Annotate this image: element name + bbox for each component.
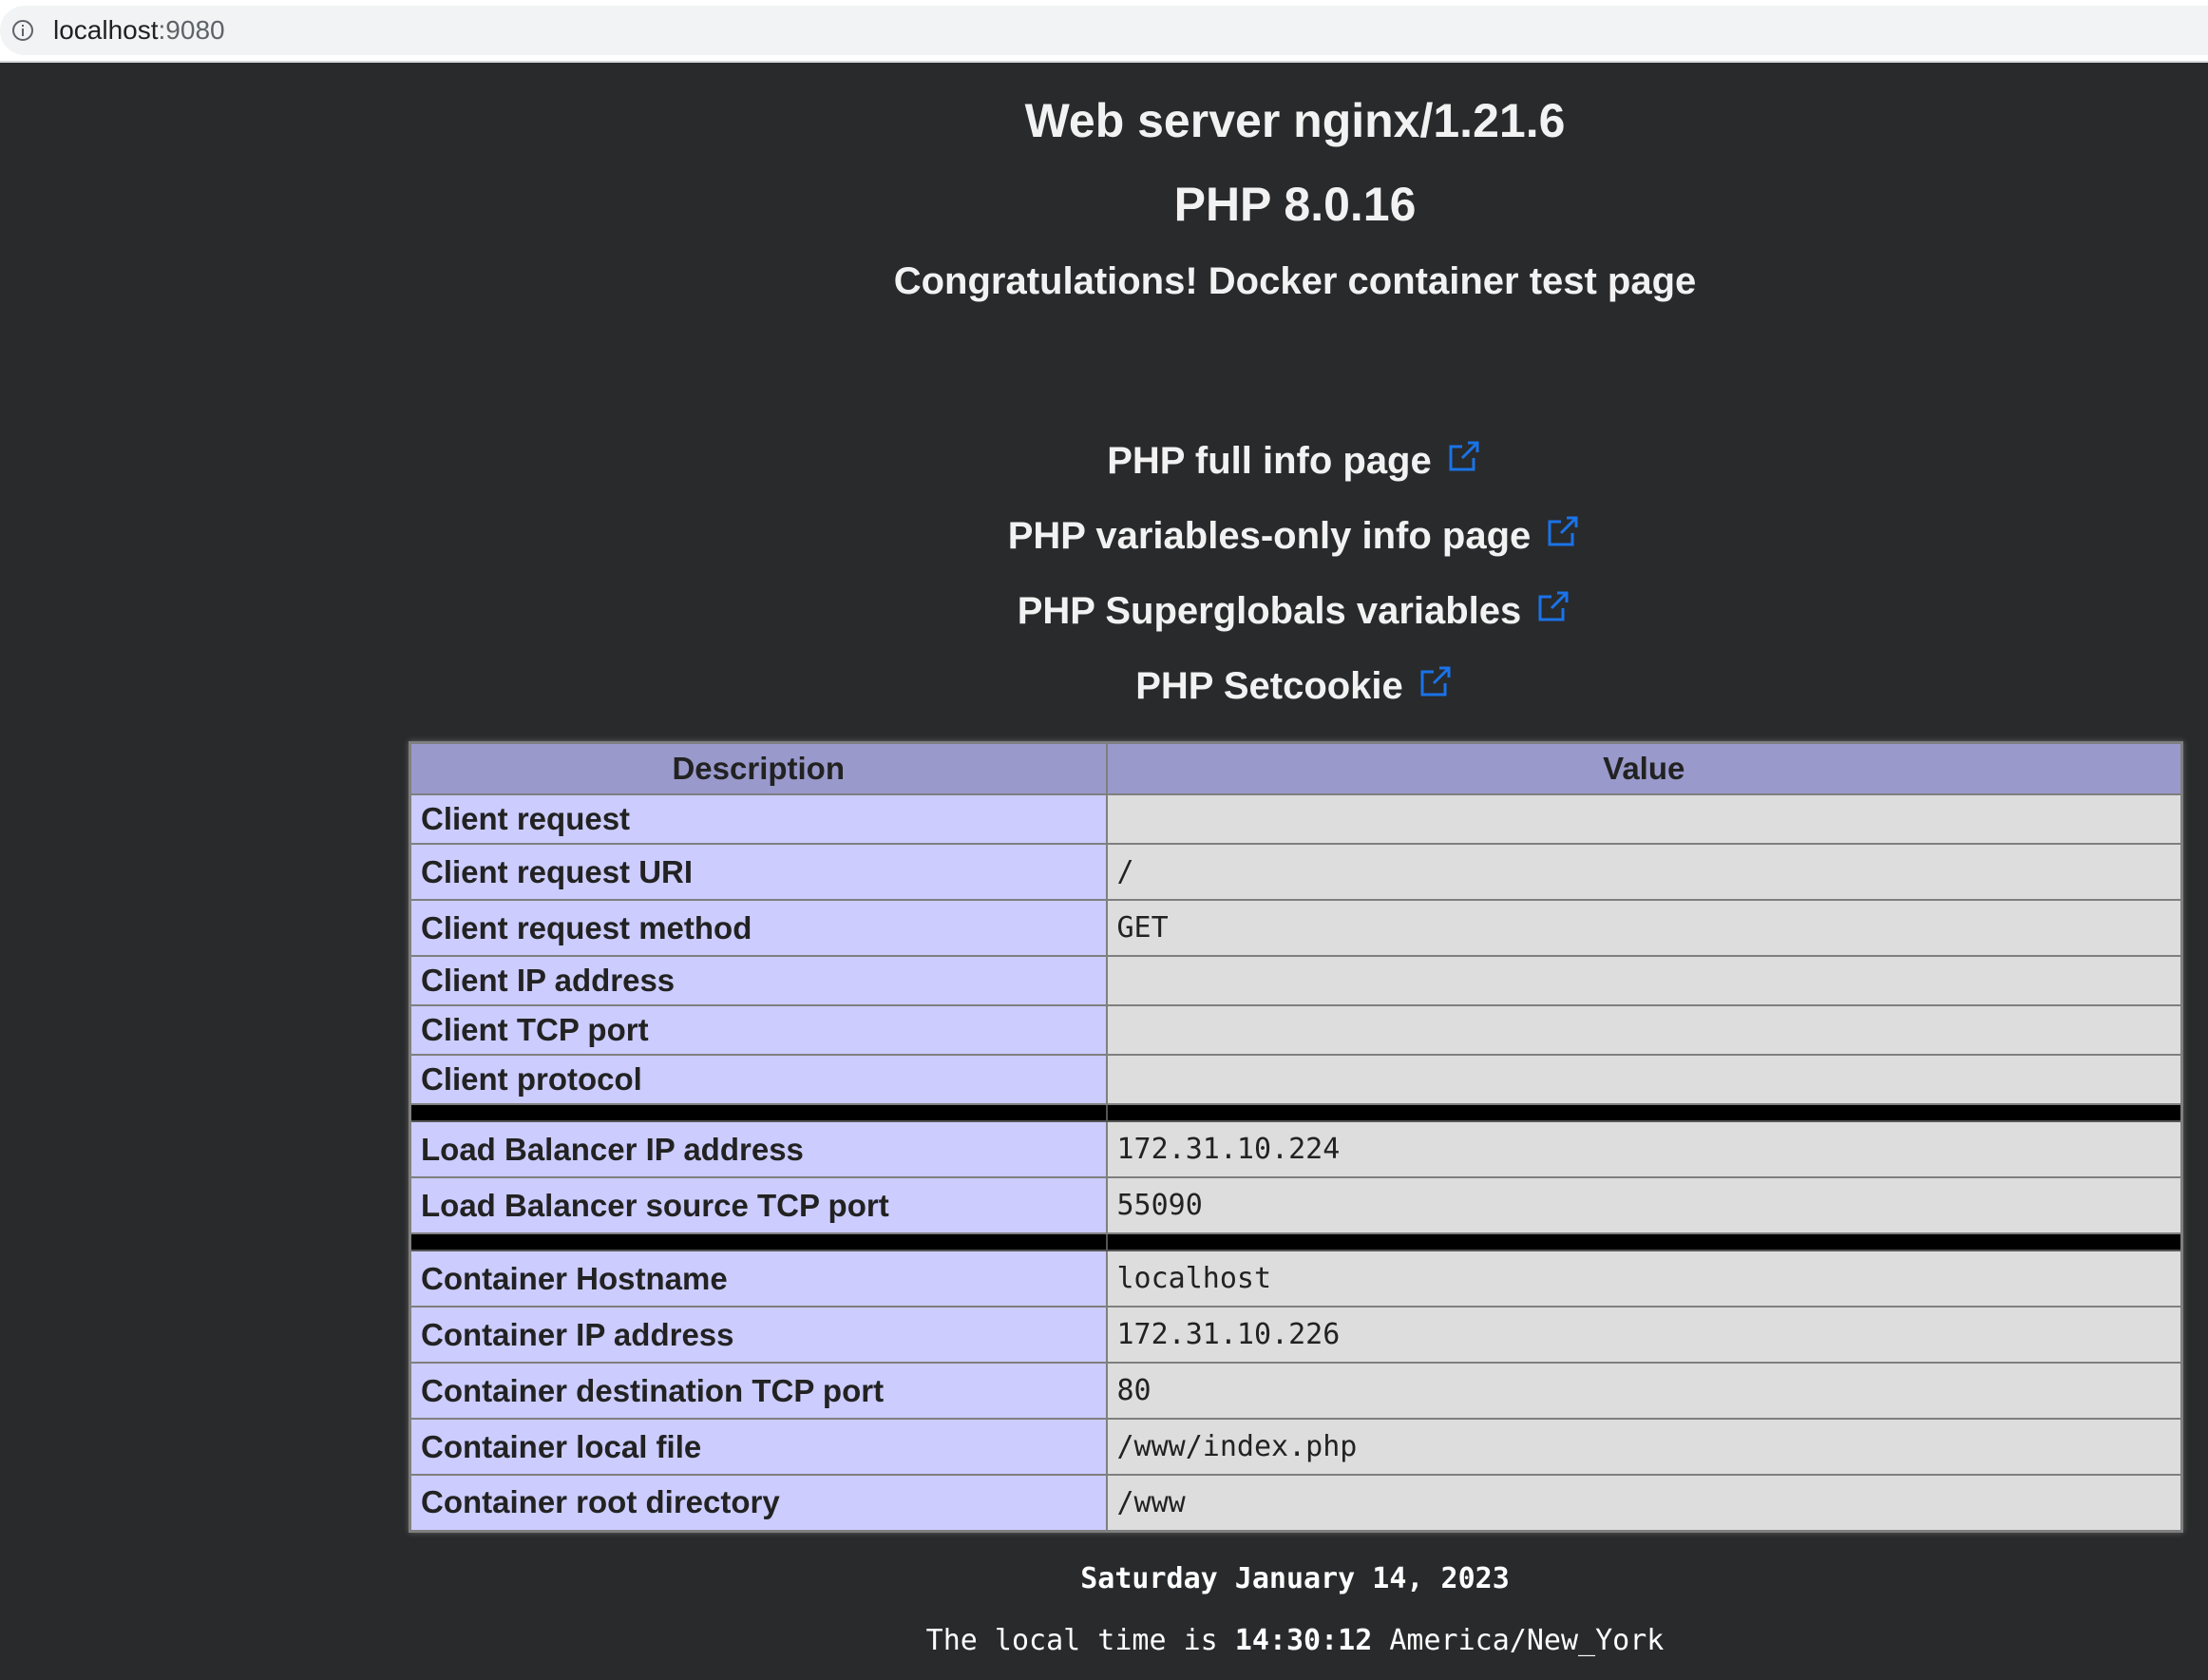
table-row: Container root directory /www bbox=[409, 1474, 2183, 1532]
row-value: 172.31.10.224 bbox=[1105, 1120, 2183, 1178]
server-info-table: Description Value Client request Client … bbox=[409, 741, 2183, 1533]
row-description: Load Balancer source TCP port bbox=[409, 1176, 1108, 1234]
php-setcookie-link[interactable]: PHP Setcookie bbox=[1135, 665, 1403, 707]
table-row: Container local file /www/index.php bbox=[409, 1418, 2183, 1476]
local-time-line: The local time is 14:30:12 America/New_Y… bbox=[0, 1624, 2208, 1657]
row-value: 172.31.10.226 bbox=[1105, 1306, 2183, 1364]
row-value: /www/index.php bbox=[1105, 1418, 2183, 1476]
link-row-superglobals: PHP Superglobals variables bbox=[0, 587, 2208, 633]
external-link-icon[interactable] bbox=[1417, 662, 1455, 700]
row-description: Container local file bbox=[409, 1418, 1108, 1476]
row-value: 80 bbox=[1105, 1362, 2183, 1420]
table-row: Container Hostname localhost bbox=[409, 1250, 2183, 1308]
row-value bbox=[1105, 955, 2183, 1006]
row-value bbox=[1105, 1054, 2183, 1105]
row-value: GET bbox=[1105, 899, 2183, 957]
table-row: Client protocol bbox=[409, 1054, 2183, 1105]
row-description: Client request URI bbox=[409, 843, 1108, 901]
time-prefix: The local time is bbox=[925, 1624, 1218, 1657]
link-row-variables-info: PHP variables-only info page bbox=[0, 512, 2208, 558]
table-row: Client request bbox=[409, 793, 2183, 845]
php-full-info-link[interactable]: PHP full info page bbox=[1107, 440, 1432, 482]
divider-cell bbox=[1105, 1103, 2183, 1122]
timezone: America/New_York bbox=[1389, 1624, 1665, 1657]
table-row: Client TCP port bbox=[409, 1004, 2183, 1056]
table-row: Container destination TCP port 80 bbox=[409, 1362, 2183, 1420]
php-superglobals-link[interactable]: PHP Superglobals variables bbox=[1018, 590, 1522, 632]
table-row: Client request URI / bbox=[409, 843, 2183, 901]
time-value: 14:30:12 bbox=[1234, 1624, 1373, 1657]
divider-cell bbox=[409, 1232, 1108, 1251]
php-variables-info-link[interactable]: PHP variables-only info page bbox=[1008, 515, 1532, 557]
link-row-setcookie: PHP Setcookie bbox=[0, 662, 2208, 708]
link-row-full-info: PHP full info page bbox=[0, 437, 2208, 483]
row-description: Client IP address bbox=[409, 955, 1108, 1006]
row-description: Container Hostname bbox=[409, 1250, 1108, 1308]
row-description: Container destination TCP port bbox=[409, 1362, 1108, 1420]
row-description: Client TCP port bbox=[409, 1004, 1108, 1056]
section-divider bbox=[409, 1103, 2183, 1122]
php-version-heading: PHP 8.0.16 bbox=[1173, 178, 1417, 231]
section-divider bbox=[409, 1232, 2183, 1251]
table-header-row: Description Value bbox=[409, 741, 2183, 795]
current-date: Saturday January 14, 2023 bbox=[1080, 1562, 1510, 1595]
row-value: 55090 bbox=[1105, 1176, 2183, 1234]
row-value: localhost bbox=[1105, 1250, 2183, 1308]
column-header-value: Value bbox=[1105, 741, 2183, 795]
row-description: Client request method bbox=[409, 899, 1108, 957]
table-row: Client IP address bbox=[409, 955, 2183, 1006]
server-heading: Web server nginx/1.21.6 bbox=[1024, 94, 1566, 147]
divider-cell bbox=[409, 1103, 1108, 1122]
row-description: Container root directory bbox=[409, 1474, 1108, 1532]
page-content: Web server nginx/1.21.6 PHP 8.0.16 Congr… bbox=[0, 65, 2208, 1680]
row-description: Client protocol bbox=[409, 1054, 1108, 1105]
row-value bbox=[1105, 1004, 2183, 1056]
row-description: Container IP address bbox=[409, 1306, 1108, 1364]
address-bar[interactable]: localhost:9080 bbox=[0, 6, 2208, 55]
column-header-description: Description bbox=[409, 741, 1108, 795]
external-link-icon[interactable] bbox=[1544, 512, 1582, 550]
external-link-icon[interactable] bbox=[1534, 587, 1572, 625]
url-port[interactable]: :9080 bbox=[159, 15, 225, 46]
row-description: Load Balancer IP address bbox=[409, 1120, 1108, 1178]
table-row: Load Balancer source TCP port 55090 bbox=[409, 1176, 2183, 1234]
row-description: Client request bbox=[409, 793, 1108, 845]
table-row: Client request method GET bbox=[409, 899, 2183, 957]
info-icon[interactable] bbox=[11, 19, 34, 42]
external-link-icon[interactable] bbox=[1445, 437, 1483, 475]
table-row: Container IP address 172.31.10.226 bbox=[409, 1306, 2183, 1364]
congrats-heading: Congratulations! Docker container test p… bbox=[893, 260, 1697, 302]
row-value: / bbox=[1105, 843, 2183, 901]
browser-toolbar: localhost:9080 bbox=[0, 0, 2208, 63]
row-value: /www bbox=[1105, 1474, 2183, 1532]
divider-cell bbox=[1105, 1232, 2183, 1251]
table-row: Load Balancer IP address 172.31.10.224 bbox=[409, 1120, 2183, 1178]
url-host[interactable]: localhost bbox=[53, 15, 159, 46]
row-value bbox=[1105, 793, 2183, 845]
